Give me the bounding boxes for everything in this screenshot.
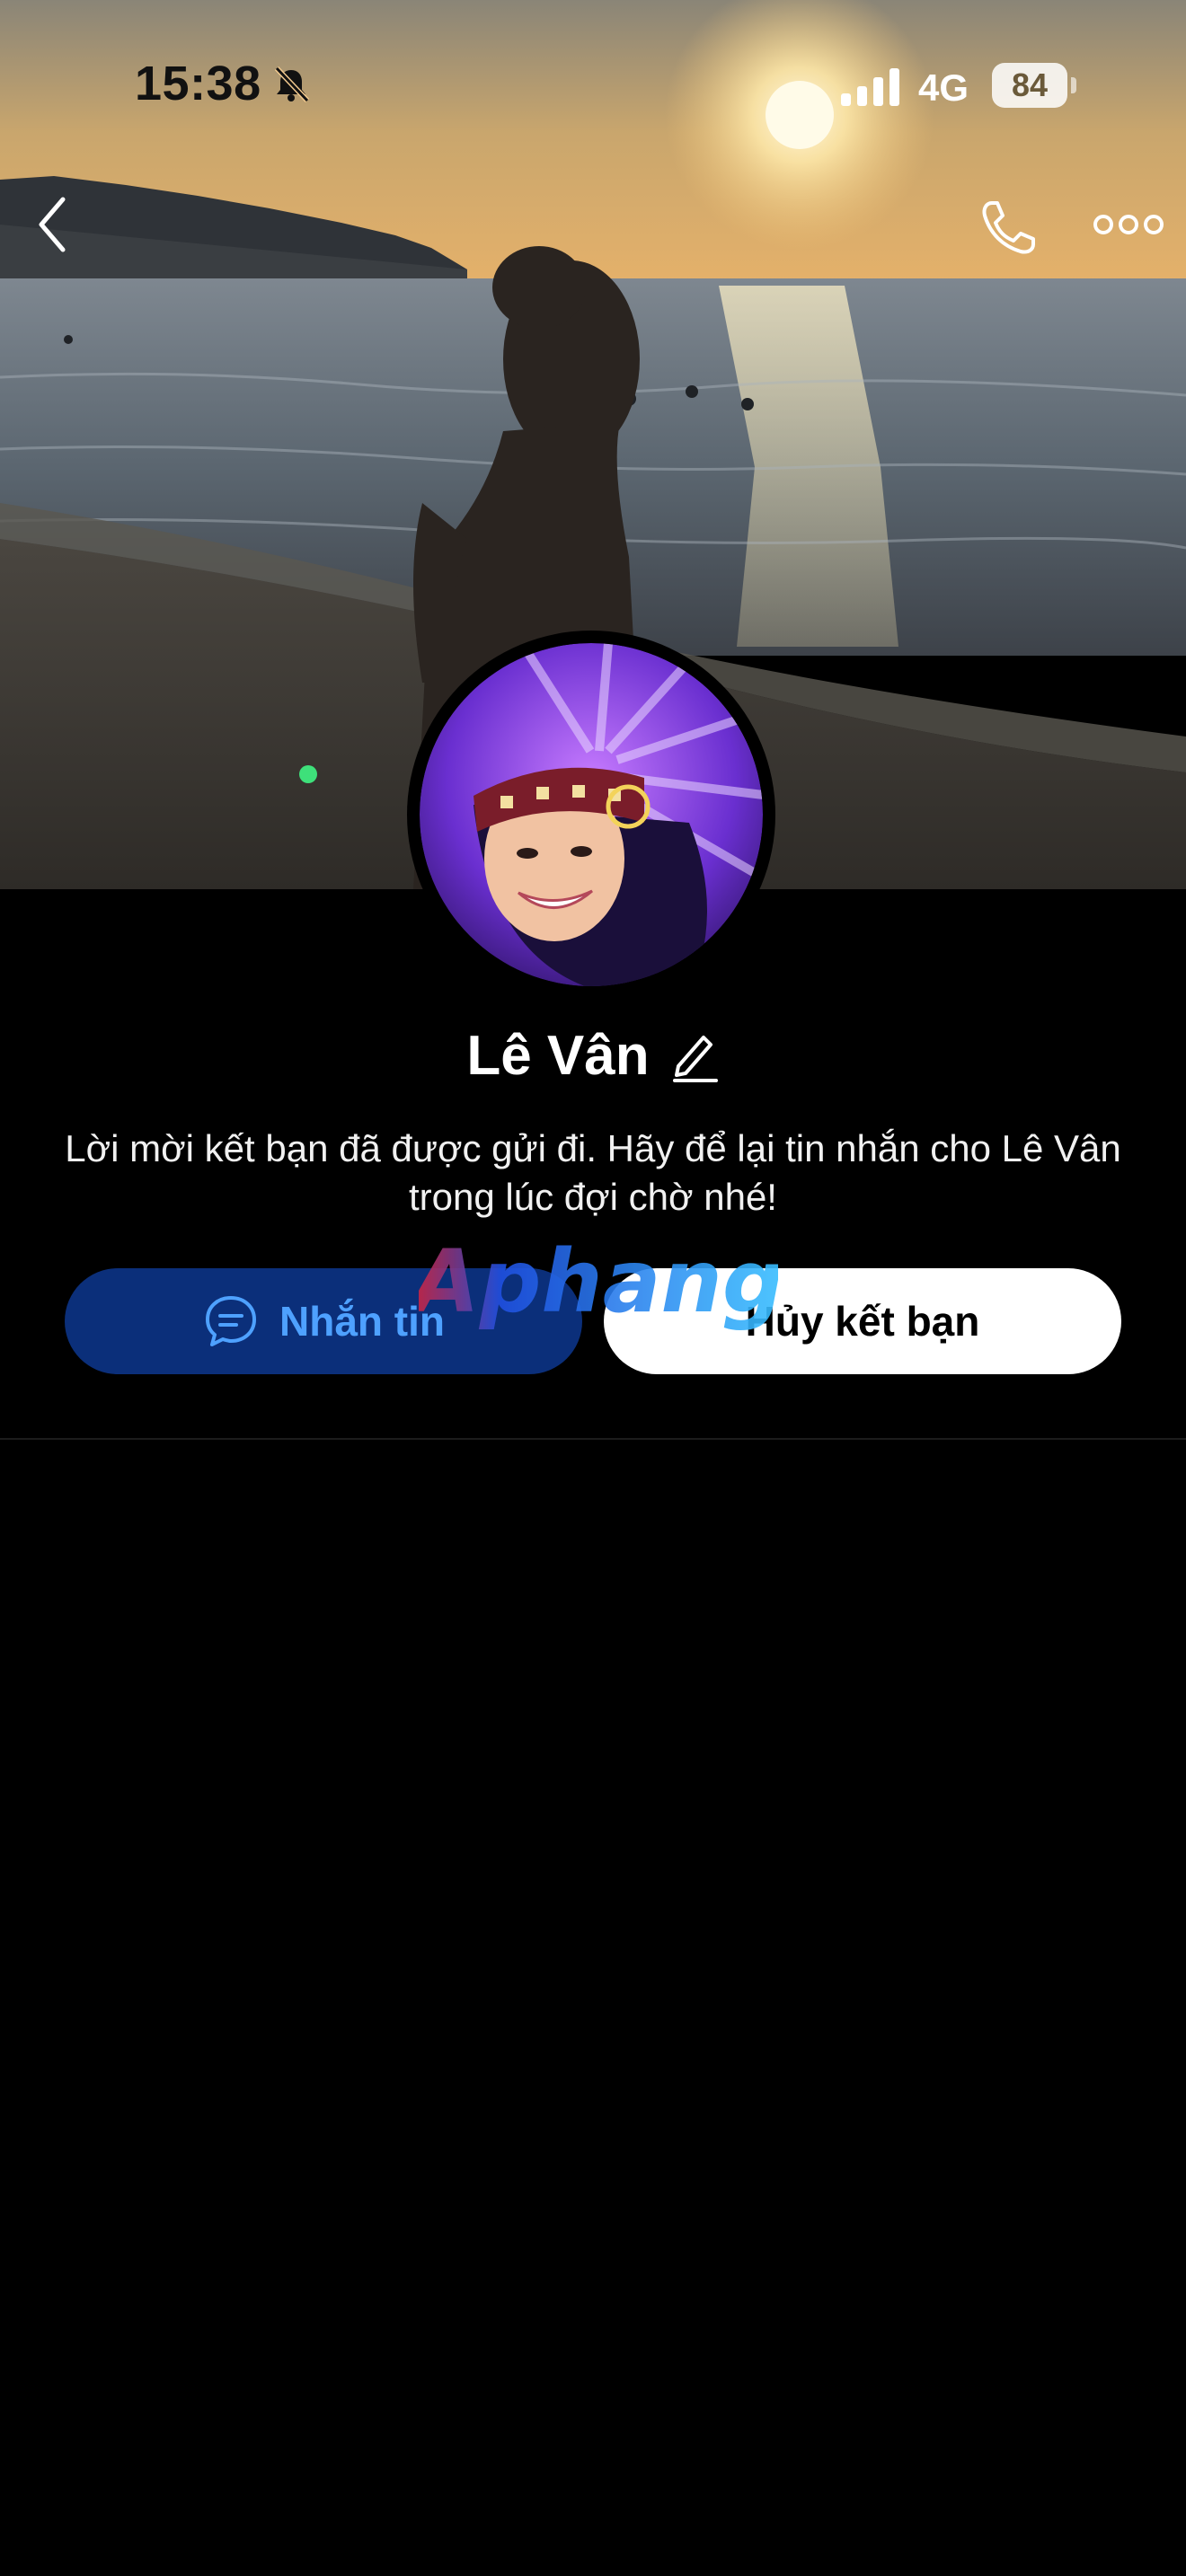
pencil-icon[interactable] [669, 1027, 720, 1084]
phone-icon [982, 201, 1035, 254]
avatar[interactable] [407, 631, 775, 999]
more-horizontal-icon [1093, 215, 1164, 234]
unfriend-button-label: Hủy kết bạn [745, 1298, 980, 1345]
more-options-button[interactable] [1091, 205, 1166, 244]
avatar-image [420, 643, 763, 986]
battery-tip [1071, 77, 1076, 93]
call-button[interactable] [976, 196, 1040, 260]
profile-name: Lê Vân [466, 1024, 650, 1087]
battery-indicator: 84 [992, 63, 1076, 108]
back-button[interactable] [27, 189, 81, 260]
battery-level: 84 [1011, 66, 1049, 103]
status-bar: 15:38 4G 84 [0, 0, 1186, 171]
bell-off-icon [274, 66, 310, 103]
status-time: 15:38 [135, 57, 261, 110]
section-divider [0, 1438, 1186, 1440]
message-button[interactable]: Nhắn tin [65, 1268, 582, 1374]
profile-page: 15:38 4G 84 Lê Vân Lời mời kết bạn đã đư… [0, 0, 1186, 2576]
cellular-signal-icon [841, 68, 899, 106]
chevron-left-icon [39, 197, 66, 252]
friend-request-message: Lời mời kết bạn đã được gửi đi. Hãy để l… [65, 1127, 1121, 1218]
battery-body: 84 [992, 63, 1067, 108]
profile-name-row: Lê Vân [0, 1015, 1186, 1096]
chat-bubble-icon [206, 1296, 256, 1346]
message-button-label: Nhắn tin [279, 1298, 445, 1345]
network-type: 4G [918, 66, 969, 109]
unfriend-button[interactable]: Hủy kết bạn [604, 1268, 1121, 1374]
